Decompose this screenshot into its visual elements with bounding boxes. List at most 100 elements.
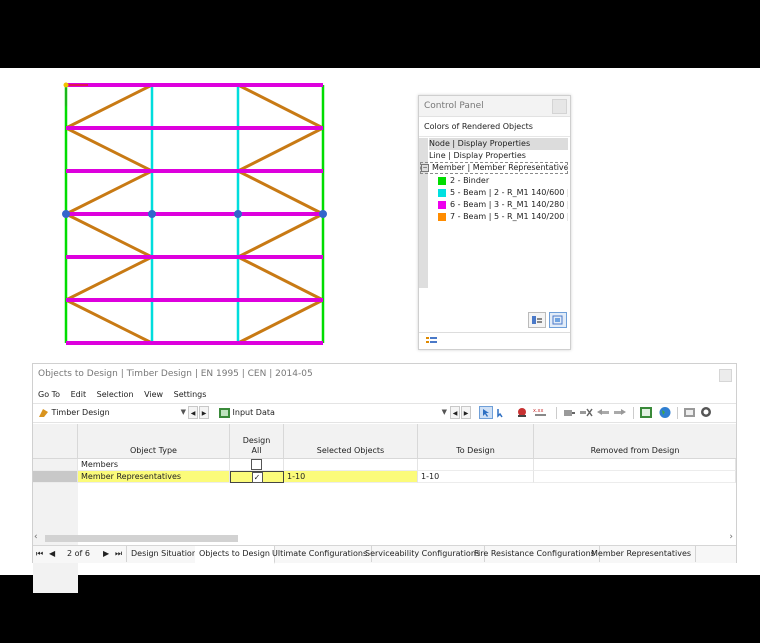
control-panel-title: Control Panel <box>419 96 570 117</box>
timber-icon <box>39 408 48 417</box>
list-icon[interactable] <box>425 335 439 347</box>
next-view-button[interactable]: ▶ <box>461 406 471 419</box>
search-icon[interactable] <box>699 406 713 419</box>
diagonal-member[interactable] <box>237 212 324 259</box>
remove-icon[interactable] <box>579 406 593 419</box>
display-icon[interactable] <box>515 406 529 419</box>
diagonal-member[interactable] <box>65 298 153 345</box>
color-swatch-icon <box>438 200 446 209</box>
node-marker[interactable] <box>62 210 70 218</box>
tree-gutter <box>419 138 428 288</box>
tree-item-color[interactable]: 7 - Beam | 5 - R_M1 140/200 | L : 5 <box>438 211 568 223</box>
table-icon[interactable] <box>639 406 653 419</box>
design-checkbox-members[interactable] <box>230 459 284 471</box>
view-select-value: Input Data <box>232 408 275 417</box>
next-module-button[interactable]: ▶ <box>199 406 209 419</box>
menu-view[interactable]: View <box>144 390 163 399</box>
color-swatch-icon <box>438 176 446 185</box>
column-header-selected-objects: Selected Objects <box>284 424 418 459</box>
diagonal-member[interactable] <box>65 83 153 130</box>
menu-settings[interactable]: Settings <box>174 390 207 399</box>
prev-page-icon[interactable]: ◀ <box>49 546 55 562</box>
truss-model[interactable] <box>60 78 330 348</box>
diagonal-member[interactable] <box>65 212 153 259</box>
member-icon[interactable] <box>562 406 576 419</box>
tree-item-color[interactable]: 2 - Binder <box>438 175 568 187</box>
color-swatch-icon <box>438 212 446 221</box>
checkbox-icon[interactable] <box>251 459 262 470</box>
menu-edit[interactable]: Edit <box>71 390 87 399</box>
column-header-design-all[interactable]: Design All <box>230 424 284 459</box>
diagonal-member[interactable] <box>65 255 153 302</box>
prev-module-button[interactable]: ◀ <box>188 406 198 419</box>
diagonal-member[interactable] <box>237 255 324 302</box>
collapse-icon[interactable]: − <box>421 163 429 172</box>
tree-item-line[interactable]: Line | Display Properties <box>429 150 568 162</box>
tab-ultimate-configurations[interactable]: Ultimate Configurations <box>268 546 373 562</box>
tab-serviceability-configurations[interactable]: Serviceability Configurations <box>361 546 486 562</box>
horizontal-scrollbar[interactable]: ‹ › <box>33 532 736 543</box>
tab-fire-resistance-configurations[interactable]: Fire Resistance Configurations <box>470 546 600 562</box>
table-cell-removed[interactable] <box>534 471 736 483</box>
table-cell-selected[interactable]: 1-10 <box>284 471 418 483</box>
move-left-icon[interactable] <box>596 406 610 419</box>
pick-icon[interactable] <box>495 406 509 419</box>
view-select[interactable]: Input Data ▼ <box>217 406 449 419</box>
tab-objects-to-design[interactable]: Objects to Design <box>195 546 275 564</box>
last-page-icon[interactable]: ⏭ <box>115 546 122 562</box>
diagonal-member[interactable] <box>237 169 324 216</box>
checkmark-icon[interactable]: ✓ <box>251 472 263 483</box>
node-marker[interactable] <box>234 210 242 218</box>
table-cell-to-design <box>418 459 534 471</box>
diagonal-member[interactable] <box>65 126 153 173</box>
column-header-label: Selected Objects <box>316 446 385 455</box>
diagonal-member[interactable] <box>237 83 324 130</box>
column-header-object-type: Object Type <box>78 424 230 459</box>
chevron-down-icon: ▼ <box>441 408 447 416</box>
diagonal-member[interactable] <box>237 298 324 345</box>
colors-icon[interactable] <box>549 312 567 328</box>
scrollbar-thumb[interactable] <box>45 535 238 542</box>
table-cell-selected[interactable] <box>284 459 418 471</box>
tree-item-node[interactable]: Node | Display Properties <box>429 138 568 150</box>
module-select[interactable]: Timber Design ▼ <box>36 406 188 419</box>
tab-bar: ⏮ ◀ 2 of 6 ▶ ⏭ Design Situations Objects… <box>33 545 736 564</box>
prev-view-button[interactable]: ◀ <box>450 406 460 419</box>
scroll-left-icon[interactable]: ‹ <box>34 532 38 542</box>
menu-go-to[interactable]: Go To <box>38 390 60 399</box>
colors-section-header: Colors of Rendered Objects <box>419 117 570 137</box>
module-select-value: Timber Design <box>51 408 110 417</box>
export-icon[interactable] <box>683 406 697 419</box>
color-swatch-icon <box>438 188 446 197</box>
tree-item-label: Line | Display Properties <box>429 151 526 160</box>
next-page-icon[interactable]: ▶ <box>103 546 109 562</box>
first-page-icon[interactable]: ⏮ <box>36 546 43 562</box>
coordinates-icon[interactable]: x.xx <box>533 406 547 419</box>
globe-icon[interactable] <box>658 406 672 419</box>
diagonal-member[interactable] <box>65 169 153 216</box>
tree-item-label: 7 - Beam | 5 - R_M1 140/200 | L : 5 <box>450 212 568 221</box>
table-cell-removed[interactable] <box>534 459 736 471</box>
tree-item-color[interactable]: 6 - Beam | 3 - R_M1 140/280 | L : 5 <box>438 199 568 211</box>
tab-member-representatives[interactable]: Member Representatives <box>587 546 697 562</box>
column-header-label: To Design <box>456 446 495 455</box>
origin-icon <box>63 82 69 88</box>
row-header[interactable] <box>33 459 78 471</box>
close-icon[interactable] <box>552 99 567 114</box>
tree-item-label: 5 - Beam | 2 - R_M1 140/600 | L : 7 <box>450 188 568 197</box>
settings-icon[interactable] <box>528 312 546 328</box>
move-right-icon[interactable] <box>613 406 627 419</box>
close-icon[interactable] <box>719 369 732 382</box>
column-header-label: Design All <box>242 436 271 455</box>
panel-title: Objects to Design | Timber Design | EN 1… <box>38 369 313 379</box>
menu-selection[interactable]: Selection <box>97 390 134 399</box>
diagonal-member[interactable] <box>237 126 324 173</box>
node-marker[interactable] <box>319 210 327 218</box>
row-header[interactable] <box>33 471 78 483</box>
scroll-right-icon[interactable]: › <box>729 532 733 542</box>
select-icon[interactable] <box>479 406 493 419</box>
node-marker[interactable] <box>148 210 156 218</box>
tree-item-member-representative[interactable]: − Member | Member Representative <box>420 162 568 174</box>
design-checkbox-member-representatives[interactable]: ✓ <box>230 471 284 483</box>
tree-item-color[interactable]: 5 - Beam | 2 - R_M1 140/600 | L : 7 <box>438 187 568 199</box>
